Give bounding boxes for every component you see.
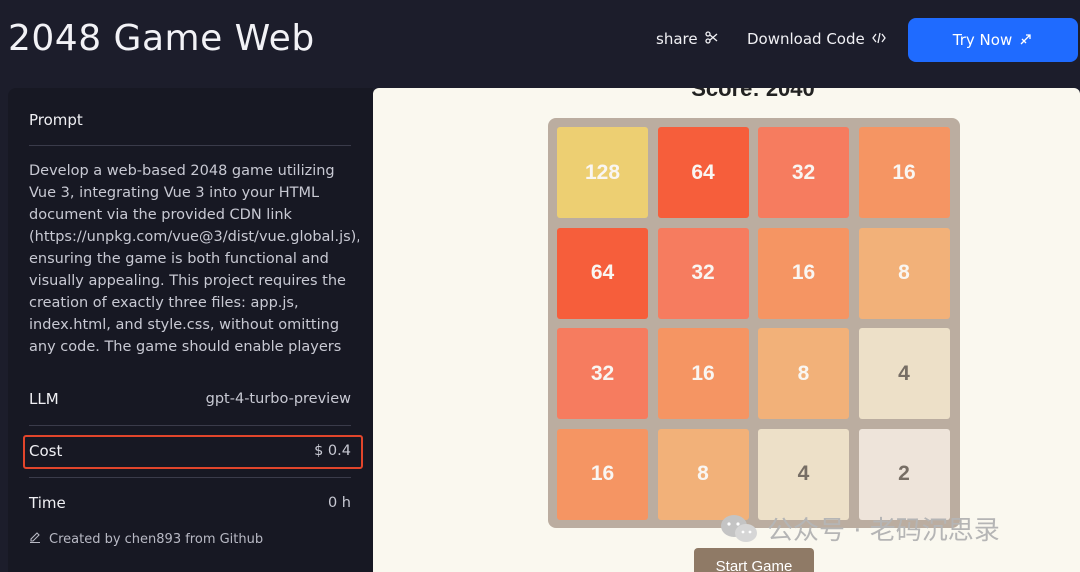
download-code-button[interactable]: Download Code — [747, 30, 886, 48]
game-tile: 16 — [657, 328, 749, 419]
llm-label: LLM — [29, 390, 59, 408]
try-now-button[interactable]: Try Now — [908, 18, 1078, 62]
game-tile: 32 — [557, 328, 648, 419]
try-now-label: Try Now — [952, 31, 1013, 49]
cost-label: Cost — [29, 442, 63, 460]
game-tile: 16 — [557, 428, 648, 520]
divider — [29, 477, 351, 478]
prompt-heading: Prompt — [29, 111, 83, 129]
share-button[interactable]: share — [656, 30, 718, 48]
game-tile: 8 — [657, 428, 749, 520]
watermark: 公众号 · 老码沉思录 — [719, 510, 1000, 547]
share-icon — [704, 31, 718, 47]
game-tile: 32 — [758, 127, 849, 218]
rocket-icon — [1020, 31, 1033, 49]
prompt-text[interactable]: Develop a web-based 2048 game utilizing … — [29, 160, 359, 358]
llm-row: LLM gpt-4-turbo-preview — [29, 384, 351, 414]
info-panel: Prompt Develop a web-based 2048 game uti… — [8, 88, 373, 572]
llm-value: gpt-4-turbo-preview — [205, 391, 351, 407]
app-title: 2048 Game Web — [8, 18, 315, 59]
credit-line[interactable]: Created by chen893 from Github — [29, 531, 263, 547]
share-label: share — [656, 30, 698, 48]
watermark-text: 公众号 · 老码沉思录 — [767, 516, 1000, 546]
game-tile: 4 — [758, 428, 849, 520]
divider — [29, 425, 351, 426]
credit-text: Created by chen893 from Github — [49, 531, 264, 547]
game-tile: 32 — [657, 227, 749, 319]
download-code-label: Download Code — [747, 30, 865, 48]
game-tile: 4 — [858, 328, 950, 419]
game-preview: Score: 2040 128 64 32 16 64 32 16 8 32 16 8 4 16 8 4 2 … — [373, 88, 1080, 572]
divider — [29, 145, 351, 146]
game-tile: 64 — [557, 227, 648, 319]
game-tile: 2 — [858, 428, 950, 520]
time-label: Time — [29, 494, 66, 512]
score-display: Score: 2040 — [691, 88, 815, 101]
game-tile: 16 — [858, 127, 950, 218]
start-game-button[interactable]: Start Game — [694, 548, 814, 572]
game-board: 128 64 32 16 64 32 16 8 32 16 8 4 16 8 4 2 — [548, 118, 960, 528]
pencil-icon — [29, 531, 41, 547]
game-tile: 8 — [758, 328, 849, 419]
cost-row: Cost $ 0.4 — [29, 436, 351, 466]
code-icon — [871, 32, 886, 47]
time-value: 0 h — [327, 495, 351, 511]
time-row: Time 0 h — [29, 488, 351, 518]
game-tile: 128 — [557, 127, 648, 218]
game-tile: 16 — [758, 227, 849, 319]
app-header: 2048 Game Web share Download Code Try No… — [0, 0, 1080, 86]
cost-value: $ 0.4 — [314, 443, 351, 459]
game-tile: 64 — [657, 127, 749, 218]
game-tile: 8 — [858, 227, 950, 319]
wechat-icon — [719, 513, 759, 545]
